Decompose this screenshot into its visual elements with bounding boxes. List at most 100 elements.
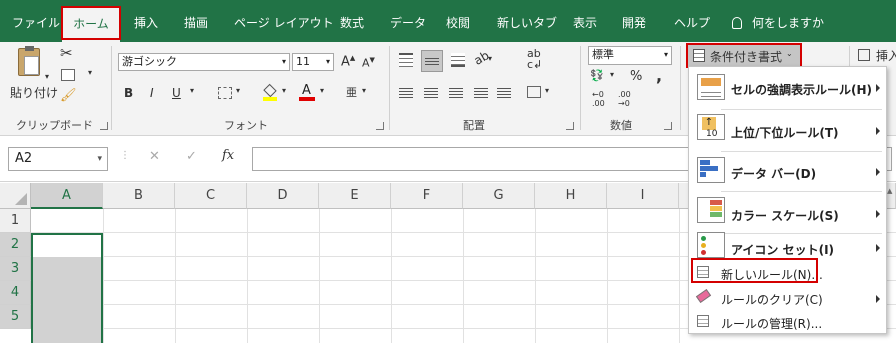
menu-item-color-scales[interactable]: カラー スケール(S)	[689, 192, 886, 232]
column-header-h[interactable]: H	[535, 183, 607, 209]
tab-formulas[interactable]: 数式	[340, 0, 364, 42]
column-header-c[interactable]: C	[175, 183, 247, 209]
borders-icon[interactable]	[218, 87, 232, 99]
font-name-value: 游ゴシック	[122, 55, 177, 68]
clipboard-group-label: クリップボード	[16, 119, 93, 132]
bold-button[interactable]: B	[124, 86, 133, 100]
row-header-1[interactable]: 1	[0, 209, 31, 233]
clipboard-launcher-icon[interactable]	[100, 122, 108, 130]
clipboard-paste-icon	[18, 46, 40, 76]
name-box[interactable]: A2 ▾	[8, 147, 108, 171]
tab-view[interactable]: 表示	[573, 0, 597, 42]
row-header-4[interactable]: 4	[0, 281, 31, 305]
tab-review[interactable]: 校閲	[446, 0, 470, 42]
grow-font-button[interactable]: A▲	[341, 54, 355, 69]
menu-item-manage-rules[interactable]: ルールの管理(R)...	[689, 310, 886, 334]
align-bottom-icon[interactable]	[451, 53, 465, 67]
align-right-icon[interactable]	[449, 86, 463, 99]
selected-range[interactable]	[31, 233, 103, 343]
cut-icon[interactable]: ✂	[60, 44, 73, 62]
wrap-text-icon[interactable]: ab c↲	[527, 48, 542, 70]
font-color-icon[interactable]: A	[299, 83, 315, 101]
column-header-b[interactable]: B	[103, 183, 175, 209]
merge-dropdown-icon[interactable]: ▾	[545, 86, 549, 95]
tab-draw[interactable]: 描画	[184, 0, 208, 42]
row-header-3[interactable]: 3	[0, 257, 31, 281]
merge-center-icon[interactable]	[527, 86, 541, 98]
font-size-select[interactable]: 11 ▾	[292, 53, 334, 71]
cancel-icon[interactable]: ✕	[149, 149, 160, 164]
decrease-indent-icon[interactable]	[474, 86, 488, 99]
paste-dropdown-icon[interactable]: ▾	[45, 72, 49, 81]
font-color-dropdown-icon[interactable]: ▾	[320, 86, 324, 95]
select-all-corner[interactable]	[0, 183, 31, 209]
align-top-icon[interactable]	[399, 53, 413, 67]
fill-dropdown-icon[interactable]: ▾	[282, 86, 286, 95]
manage-rules-label: ルールの管理(R)...	[721, 317, 823, 331]
column-header-a[interactable]: A	[31, 183, 103, 209]
column-header-i[interactable]: I	[607, 183, 679, 209]
orientation-dropdown-icon[interactable]: ▾	[488, 54, 492, 63]
data-bars-icon	[697, 157, 725, 183]
tell-me-search[interactable]: 何をしますか	[732, 0, 824, 42]
phonetic-icon[interactable]: 亜	[346, 84, 357, 100]
tab-page-layout[interactable]: ページ レイアウト	[234, 0, 334, 42]
grid-line	[463, 209, 464, 343]
data-bars-label: データ バー(D)	[731, 167, 817, 181]
grow-font-label: A	[341, 54, 350, 70]
menu-item-icon-sets[interactable]: アイコン セット(I)	[689, 232, 886, 258]
align-middle-icon[interactable]	[421, 50, 443, 72]
column-header-d[interactable]: D	[247, 183, 319, 209]
phonetic-dropdown-icon[interactable]: ▾	[362, 86, 366, 95]
currency-icon[interactable]: 💱	[590, 69, 604, 82]
currency-dropdown-icon[interactable]: ▾	[610, 70, 614, 79]
row-header-5[interactable]: 5	[0, 305, 31, 329]
tab-help[interactable]: ヘルプ	[674, 0, 710, 42]
active-cell-a2[interactable]	[33, 235, 101, 257]
column-header-g[interactable]: G	[463, 183, 535, 209]
shrink-font-button[interactable]: A▼	[362, 56, 375, 70]
underline-dropdown-icon[interactable]: ▾	[190, 86, 194, 95]
number-format-select[interactable]: 標準 ▾	[588, 46, 672, 65]
menu-item-top-bottom-rules[interactable]: ↑ 10 上位/下位ルール(T)	[689, 110, 886, 150]
row-header-2[interactable]: 2	[0, 233, 31, 257]
menu-item-data-bars[interactable]: データ バー(D)	[689, 152, 886, 190]
increase-decimal-icon[interactable]: ←0.00	[592, 90, 605, 108]
copy-dropdown-icon[interactable]: ▾	[88, 68, 92, 77]
column-header-f[interactable]: F	[391, 183, 463, 209]
fill-color-icon[interactable]	[263, 83, 277, 101]
tab-data[interactable]: データ	[390, 0, 426, 42]
tab-file[interactable]: ファイル	[12, 0, 60, 42]
format-painter-icon[interactable]: 🖌	[60, 88, 77, 103]
number-launcher-icon[interactable]	[664, 122, 672, 130]
column-header-e[interactable]: E	[319, 183, 391, 209]
chevron-down-icon: ▾	[97, 154, 102, 164]
vertical-scroll-up-icon[interactable]: ▲	[887, 187, 896, 195]
decrease-decimal-icon[interactable]: .00 →0	[618, 90, 631, 108]
underline-button[interactable]: U	[172, 86, 181, 100]
menu-item-highlight-cells-rules[interactable]: セルの強調表示ルール(H)	[689, 67, 886, 108]
borders-dropdown-icon[interactable]: ▾	[236, 86, 240, 95]
comma-button[interactable]: ,	[656, 66, 662, 85]
top-bottom-rules-label: 上位/下位ルール(T)	[731, 126, 839, 140]
menu-item-clear-rules[interactable]: ルールのクリア(C)	[689, 286, 886, 310]
insert-function-button[interactable]: fx	[222, 148, 234, 163]
insert-cells-button[interactable]: 挿入	[858, 46, 896, 66]
ribbon-tab-bar: ファイル ホーム 挿入 描画 ページ レイアウト 数式 データ 校閲 新しいタブ…	[0, 0, 896, 42]
conditional-formatting-highlight	[686, 43, 802, 68]
increase-indent-icon[interactable]	[497, 86, 511, 99]
icon-sets-icon	[697, 232, 725, 258]
align-left-icon[interactable]	[399, 86, 413, 99]
tab-insert[interactable]: 挿入	[134, 0, 158, 42]
align-center-icon[interactable]	[424, 86, 438, 99]
percent-button[interactable]: %	[630, 69, 642, 84]
font-launcher-icon[interactable]	[376, 122, 384, 130]
italic-button[interactable]: I	[150, 86, 154, 100]
copy-icon[interactable]	[61, 69, 75, 81]
font-name-select[interactable]: 游ゴシック ▾	[118, 53, 290, 71]
tab-new-tab[interactable]: 新しいタブ	[497, 0, 557, 42]
enter-icon[interactable]: ✓	[186, 149, 197, 164]
tab-developer[interactable]: 開発	[622, 0, 646, 42]
highlight-cells-rules-label: セルの強調表示ルール(H)	[731, 83, 873, 97]
alignment-launcher-icon[interactable]	[566, 122, 574, 130]
